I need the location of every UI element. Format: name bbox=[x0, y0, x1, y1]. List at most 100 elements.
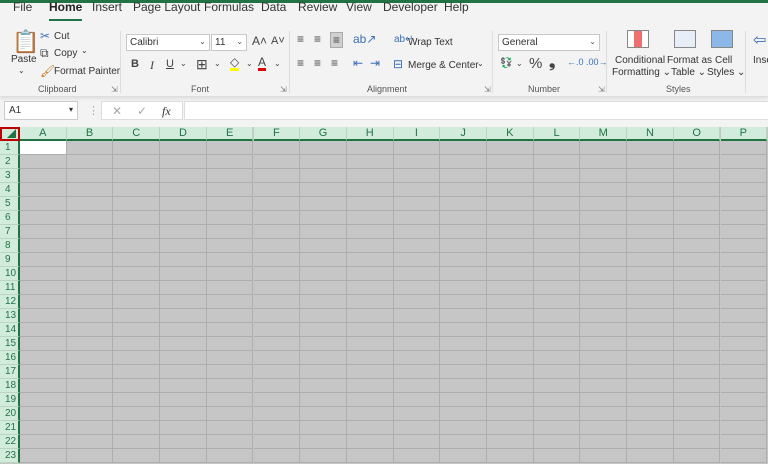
cell-E23[interactable] bbox=[206, 449, 254, 463]
cell-C11[interactable] bbox=[113, 281, 161, 295]
row-header-9[interactable]: 9 bbox=[0, 253, 20, 267]
cell-N6[interactable] bbox=[627, 211, 674, 225]
row-header-1[interactable]: 1 bbox=[0, 141, 20, 155]
tab-data[interactable]: Data bbox=[261, 0, 286, 14]
cell-O4[interactable] bbox=[673, 183, 721, 197]
cell-G7[interactable] bbox=[300, 225, 347, 239]
cell-D16[interactable] bbox=[160, 351, 207, 365]
cell-A23[interactable] bbox=[20, 449, 67, 463]
cell-A18[interactable] bbox=[20, 379, 67, 393]
cell-M18[interactable] bbox=[580, 379, 628, 393]
row-header-3[interactable]: 3 bbox=[0, 169, 20, 183]
cell-F10[interactable] bbox=[253, 267, 301, 281]
tab-page-layout[interactable]: Page Layout bbox=[133, 0, 200, 14]
cell-H17[interactable] bbox=[346, 365, 394, 379]
cell-E3[interactable] bbox=[206, 169, 254, 183]
cell-I21[interactable] bbox=[393, 421, 441, 435]
column-header-L[interactable]: L bbox=[533, 127, 581, 141]
paste-button[interactable]: Paste bbox=[11, 54, 37, 65]
tab-file[interactable]: File bbox=[13, 0, 32, 14]
cell-B1[interactable] bbox=[66, 141, 114, 155]
cell-F11[interactable] bbox=[253, 281, 301, 295]
cell-O19[interactable] bbox=[673, 393, 721, 407]
cell-K13[interactable] bbox=[487, 309, 534, 323]
cell-B23[interactable] bbox=[66, 449, 114, 463]
cell-N1[interactable] bbox=[627, 141, 674, 155]
cell-A13[interactable] bbox=[20, 309, 67, 323]
cell-N10[interactable] bbox=[627, 267, 674, 281]
cell-G22[interactable] bbox=[300, 435, 347, 449]
cell-B10[interactable] bbox=[66, 267, 114, 281]
cell-I5[interactable] bbox=[393, 197, 441, 211]
cell-C20[interactable] bbox=[113, 407, 161, 421]
cell-L6[interactable] bbox=[533, 211, 581, 225]
row-header-13[interactable]: 13 bbox=[0, 309, 20, 323]
cell-D6[interactable] bbox=[160, 211, 207, 225]
cell-H4[interactable] bbox=[346, 183, 394, 197]
cell-I13[interactable] bbox=[393, 309, 441, 323]
format-as-table-button[interactable]: Table ⌄ bbox=[671, 67, 706, 78]
cell-N7[interactable] bbox=[627, 225, 674, 239]
cell-L19[interactable] bbox=[533, 393, 581, 407]
cell-H13[interactable] bbox=[346, 309, 394, 323]
tab-view[interactable]: View bbox=[346, 0, 372, 14]
cell-F20[interactable] bbox=[253, 407, 301, 421]
cell-P14[interactable] bbox=[720, 323, 768, 337]
cell-E18[interactable] bbox=[206, 379, 254, 393]
cell-P21[interactable] bbox=[720, 421, 768, 435]
cell-D23[interactable] bbox=[160, 449, 207, 463]
cell-P22[interactable] bbox=[720, 435, 768, 449]
borders-dropdown-icon[interactable]: ⌄ bbox=[214, 59, 221, 68]
row-header-17[interactable]: 17 bbox=[0, 365, 20, 379]
cell-H16[interactable] bbox=[346, 351, 394, 365]
cell-C22[interactable] bbox=[113, 435, 161, 449]
cell-C15[interactable] bbox=[113, 337, 161, 351]
cell-C2[interactable] bbox=[113, 155, 161, 169]
cell-D17[interactable] bbox=[160, 365, 207, 379]
top-align-icon[interactable]: ≡ bbox=[297, 32, 304, 46]
cell-L22[interactable] bbox=[533, 435, 581, 449]
cell-E13[interactable] bbox=[206, 309, 254, 323]
cell-B12[interactable] bbox=[66, 295, 114, 309]
cell-O16[interactable] bbox=[673, 351, 721, 365]
cell-D2[interactable] bbox=[160, 155, 207, 169]
cell-K18[interactable] bbox=[487, 379, 534, 393]
underline-button[interactable]: U bbox=[166, 58, 174, 70]
cell-A11[interactable] bbox=[20, 281, 67, 295]
cell-M16[interactable] bbox=[580, 351, 628, 365]
cell-E5[interactable] bbox=[206, 197, 254, 211]
cell-D15[interactable] bbox=[160, 337, 207, 351]
cell-B16[interactable] bbox=[66, 351, 114, 365]
cell-B19[interactable] bbox=[66, 393, 114, 407]
cell-N8[interactable] bbox=[627, 239, 674, 253]
cell-N12[interactable] bbox=[627, 295, 674, 309]
cell-G21[interactable] bbox=[300, 421, 347, 435]
cancel-icon[interactable]: ✕ bbox=[112, 104, 122, 118]
cell-F13[interactable] bbox=[253, 309, 301, 323]
cell-C14[interactable] bbox=[113, 323, 161, 337]
cell-B22[interactable] bbox=[66, 435, 114, 449]
cell-L15[interactable] bbox=[533, 337, 581, 351]
font-name-select[interactable]: Calibri ⌄ bbox=[126, 34, 210, 51]
cell-N22[interactable] bbox=[627, 435, 674, 449]
cell-A1[interactable] bbox=[20, 141, 67, 155]
align-left-icon[interactable]: ≡ bbox=[297, 56, 304, 70]
cell-L7[interactable] bbox=[533, 225, 581, 239]
cell-M15[interactable] bbox=[580, 337, 628, 351]
cell-C1[interactable] bbox=[113, 141, 161, 155]
cell-B8[interactable] bbox=[66, 239, 114, 253]
cell-I12[interactable] bbox=[393, 295, 441, 309]
cell-J18[interactable] bbox=[440, 379, 487, 393]
cell-K6[interactable] bbox=[487, 211, 534, 225]
cell-M3[interactable] bbox=[580, 169, 628, 183]
copy-button[interactable]: Copy bbox=[54, 48, 77, 59]
row-header-22[interactable]: 22 bbox=[0, 435, 20, 449]
cell-G4[interactable] bbox=[300, 183, 347, 197]
cell-C5[interactable] bbox=[113, 197, 161, 211]
row-header-14[interactable]: 14 bbox=[0, 323, 20, 337]
cell-E6[interactable] bbox=[206, 211, 254, 225]
cell-H18[interactable] bbox=[346, 379, 394, 393]
cell-P20[interactable] bbox=[720, 407, 768, 421]
cell-N4[interactable] bbox=[627, 183, 674, 197]
cell-M2[interactable] bbox=[580, 155, 628, 169]
